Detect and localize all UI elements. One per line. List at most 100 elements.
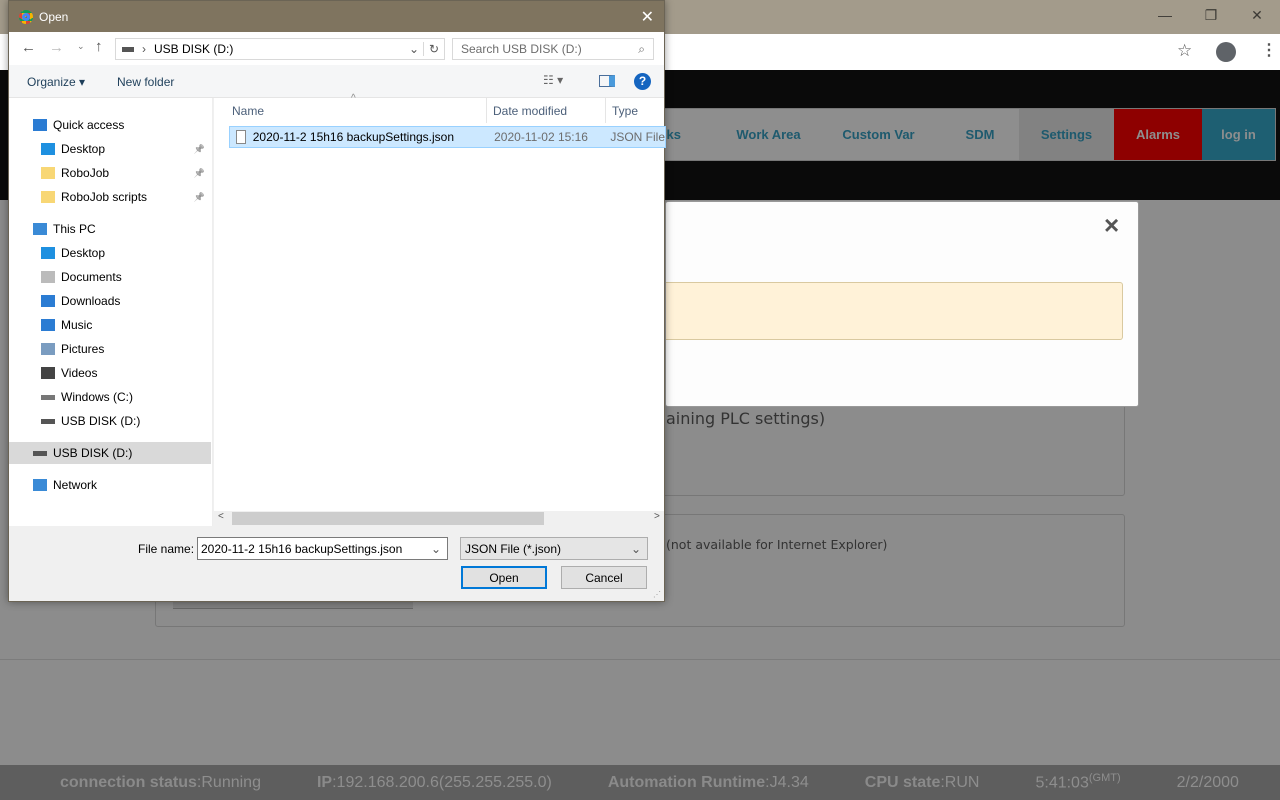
pin-icon[interactable]: 📌 — [194, 192, 205, 203]
scroll-thumb[interactable] — [232, 512, 544, 525]
nav-item[interactable]: Pictures — [9, 338, 211, 360]
runtime-status: Automation Runtime:J4.34 — [607, 773, 809, 791]
view-options-icon[interactable]: ☷ ▾ — [543, 73, 563, 87]
nav-item-login[interactable]: log in — [1202, 109, 1275, 160]
nav-item-alarms[interactable]: Alarms — [1114, 109, 1202, 160]
search-icon: ⌕ — [638, 41, 645, 56]
open-button[interactable]: Open — [461, 566, 547, 589]
cpu-status: CPU state:RUN — [864, 773, 980, 791]
column-date-modified[interactable]: Date modified — [487, 98, 606, 123]
file-open-dialog: Open ✕ ← → ⌄ ↑ › USB DISK (D:) ⌄ ↻ Searc… — [8, 0, 666, 602]
address-text: USB DISK (D:) — [154, 42, 234, 56]
search-input[interactable]: Search USB DISK (D:) ⌕ — [452, 38, 654, 60]
column-type[interactable]: Type — [606, 98, 666, 123]
ip-status: IP:192.168.200.6(255.255.255.0) — [316, 773, 552, 791]
music-icon — [41, 319, 55, 331]
open-label: Open — [489, 570, 519, 585]
nav-label: Alarms — [1135, 127, 1181, 142]
restore-icon[interactable]: ❐ — [1188, 0, 1234, 30]
nav-item[interactable]: USB DISK (D:) — [9, 410, 211, 432]
filename-value: 2020-11-2 15h16 backupSettings.json — [201, 541, 403, 556]
menu-icon[interactable]: ⋮ — [1261, 40, 1277, 60]
back-icon[interactable]: ← — [21, 39, 36, 56]
nav-item-label: Music — [61, 318, 93, 332]
nav-item-label: Documents — [61, 270, 122, 284]
nav-item[interactable]: Windows (C:) — [9, 386, 211, 408]
resize-grip-icon[interactable]: ⋰ — [653, 590, 661, 599]
nav-item[interactable]: RoboJob scripts 📌 — [9, 186, 211, 208]
refresh-icon[interactable]: ↻ — [424, 42, 444, 56]
drive-icon — [41, 394, 55, 400]
new-folder-button[interactable]: New folder — [117, 75, 174, 89]
up-icon[interactable]: ↑ — [95, 38, 103, 55]
nav-label: Custom Var — [842, 127, 915, 142]
clock: 5:41:03(GMT) — [1035, 772, 1121, 792]
nav-item-settings[interactable]: Settings — [1019, 109, 1114, 160]
videos-icon — [41, 367, 55, 379]
nav-item-label: RoboJob — [61, 166, 110, 180]
nav-item-work-area[interactable]: Work Area — [721, 109, 816, 160]
column-label: Date modified — [493, 103, 568, 118]
main-nav: acks Work Area Custom Var SDM Settings A… — [560, 108, 1276, 161]
folder-icon — [41, 191, 55, 203]
recent-chevron-icon[interactable]: ⌄ — [77, 41, 85, 52]
close-icon[interactable]: × — [1104, 210, 1119, 241]
preview-pane-icon[interactable] — [599, 75, 615, 87]
scroll-right-icon[interactable]: > — [654, 511, 660, 522]
minimize-icon[interactable]: — — [1142, 0, 1188, 30]
pin-icon[interactable]: 📌 — [194, 144, 205, 155]
connection-status: connection status:Running — [60, 773, 261, 791]
pin-icon[interactable]: 📌 — [194, 168, 205, 179]
chevron-down-icon: ⌄ — [630, 541, 641, 556]
help-icon[interactable]: ? — [634, 73, 651, 90]
nav-item-label: Downloads — [61, 294, 121, 308]
modal-dialog: × — [665, 201, 1139, 407]
chevron-down-icon[interactable]: ⌄ — [431, 542, 441, 556]
filename-input[interactable]: 2020-11-2 15h16 backupSettings.json ⌄ — [197, 537, 448, 560]
file-name: 2020-11-2 15h16 backupSettings.json — [252, 130, 455, 144]
nav-item[interactable]: This PC — [9, 218, 211, 240]
nav-item-label: RoboJob scripts — [61, 190, 148, 204]
address-breadcrumb[interactable]: › USB DISK (D:) ⌄ ↻ — [115, 38, 445, 60]
nav-item-label: Network — [53, 478, 98, 492]
nav-item-sdm[interactable]: SDM — [941, 109, 1019, 160]
desktop-icon — [41, 247, 55, 259]
nav-item[interactable]: Downloads — [9, 290, 211, 312]
cancel-button[interactable]: Cancel — [561, 566, 647, 589]
nav-item[interactable]: Quick access — [9, 114, 211, 136]
organize-button[interactable]: Organize ▾ — [27, 75, 85, 89]
nav-item-label: Videos — [61, 366, 98, 380]
close-icon[interactable]: ✕ — [641, 7, 654, 27]
scroll-left-icon[interactable]: < — [218, 511, 224, 522]
nav-item[interactable]: Videos — [9, 362, 211, 384]
nav-item-label: Desktop — [61, 246, 106, 260]
navigation-pane: Quick access Desktop 📌 RoboJob 📌 RoboJob scri… — [9, 98, 213, 526]
nav-item-custom-var[interactable]: Custom Var — [816, 109, 941, 160]
dialog-title-bar: Open ✕ — [9, 1, 664, 32]
column-name[interactable]: Name — [226, 98, 487, 123]
nav-label: SDM — [965, 127, 995, 142]
breadcrumb-separator-icon: › — [142, 42, 146, 56]
chevron-down-icon[interactable]: ⌄ — [409, 42, 424, 56]
nav-item[interactable]: Desktop 📌 — [9, 138, 211, 160]
nav-item[interactable]: Documents — [9, 266, 211, 288]
profile-icon[interactable] — [1216, 42, 1236, 62]
usb-drive-icon — [122, 46, 134, 52]
close-icon[interactable]: ✕ — [1234, 0, 1280, 30]
file-type-select[interactable]: JSON File (*.json) ⌄ — [460, 537, 648, 560]
command-bar: Organize ▾ New folder ☷ ▾ ? — [9, 65, 664, 98]
horizontal-scrollbar[interactable]: < > — [214, 511, 664, 526]
nav-item[interactable]: USB DISK (D:) — [9, 442, 211, 464]
nav-label: Settings — [1040, 127, 1093, 142]
nav-item[interactable]: Desktop — [9, 242, 211, 264]
network-icon — [33, 479, 47, 491]
nav-item-label: USB DISK (D:) — [53, 446, 133, 460]
date: 2/2/2000 — [1176, 773, 1239, 791]
nav-item[interactable]: RoboJob 📌 — [9, 162, 211, 184]
nav-item[interactable]: Network — [9, 474, 211, 496]
star-icon[interactable]: ☆ — [1177, 41, 1192, 61]
nav-item[interactable]: Music — [9, 314, 211, 336]
forward-icon[interactable]: → — [49, 39, 64, 56]
file-row[interactable]: 2020-11-2 15h16 backupSettings.json 2020… — [229, 126, 666, 148]
nav-item-label: This PC — [53, 222, 96, 236]
